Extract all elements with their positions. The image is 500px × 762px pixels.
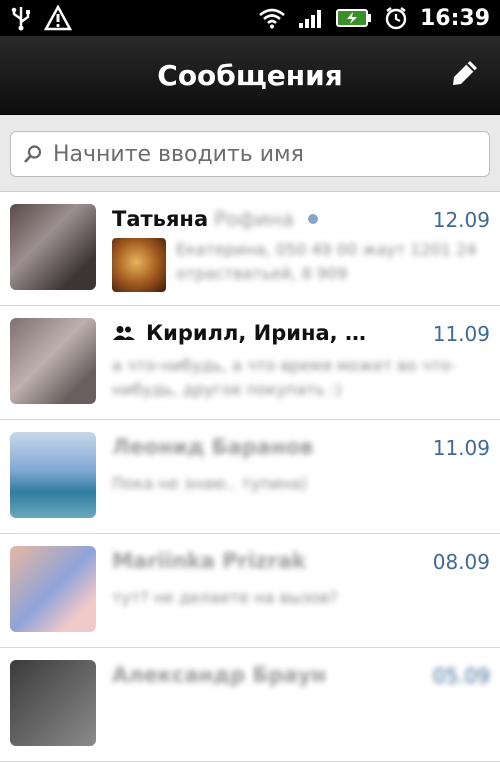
avatar <box>10 660 96 746</box>
page-title: Сообщения <box>157 58 343 92</box>
avatar <box>10 546 96 632</box>
avatar <box>10 432 96 518</box>
battery-icon <box>335 8 372 28</box>
message-preview: Пока не знаю.. тупина) <box>112 474 308 493</box>
group-icon <box>112 325 136 341</box>
conversation-date: 12.09 <box>432 208 490 232</box>
contact-name-blurred: Александр Браун <box>112 663 326 687</box>
avatar <box>10 204 96 290</box>
unread-indicator <box>307 214 318 224</box>
avatar <box>10 318 96 404</box>
contact-name: Татьяна <box>112 207 209 231</box>
conversation-row[interactable]: Татьяна Рофина Екатерина, 050 49 00 жаут… <box>0 192 500 306</box>
contact-name-blurred: Леонид Баранов <box>112 435 314 459</box>
conversation-date: 11.09 <box>432 436 490 460</box>
pencil-icon <box>450 58 480 92</box>
app-header: Сообщения <box>0 36 500 115</box>
status-bar: 16:39 <box>0 0 500 36</box>
alarm-icon <box>384 6 408 30</box>
conversation-row[interactable]: Леонид Баранов Пока не знаю.. тупина) 11… <box>0 420 500 534</box>
search-input[interactable] <box>51 140 477 168</box>
conversation-date: 11.09 <box>432 322 490 346</box>
conversation-row[interactable]: Александр Браун 05.09 <box>0 648 500 762</box>
conversation-row[interactable]: Mariinka Prizrak тут? не делаете на вызо… <box>0 534 500 648</box>
search-box[interactable] <box>10 131 490 177</box>
usb-icon <box>10 5 32 31</box>
search-icon <box>23 144 43 164</box>
message-preview: Екатерина, 050 49 00 жаут 1201 24 отраст… <box>176 240 477 283</box>
contact-name: Кирилл, Ирина, … <box>146 321 366 345</box>
conversation-date: 05.09 <box>432 664 490 688</box>
wifi-icon <box>258 7 286 29</box>
sender-avatar <box>112 238 166 292</box>
search-bar <box>0 115 500 192</box>
conversation-date: 08.09 <box>432 550 490 574</box>
signal-icon <box>298 7 324 29</box>
message-preview: а что-нибудь, а что время может во что-н… <box>112 356 456 399</box>
contact-surname-blurred: Рофина <box>214 207 294 231</box>
compose-button[interactable] <box>448 58 482 92</box>
contact-name-blurred: Mariinka Prizrak <box>112 549 306 573</box>
conversation-list: Татьяна Рофина Екатерина, 050 49 00 жаут… <box>0 192 500 762</box>
message-preview: тут? не делаете на вызов? <box>112 588 338 607</box>
clock-time: 16:39 <box>419 5 490 31</box>
warning-icon <box>44 5 72 31</box>
conversation-row[interactable]: Кирилл, Ирина, … а что-нибудь, а что вре… <box>0 306 500 420</box>
